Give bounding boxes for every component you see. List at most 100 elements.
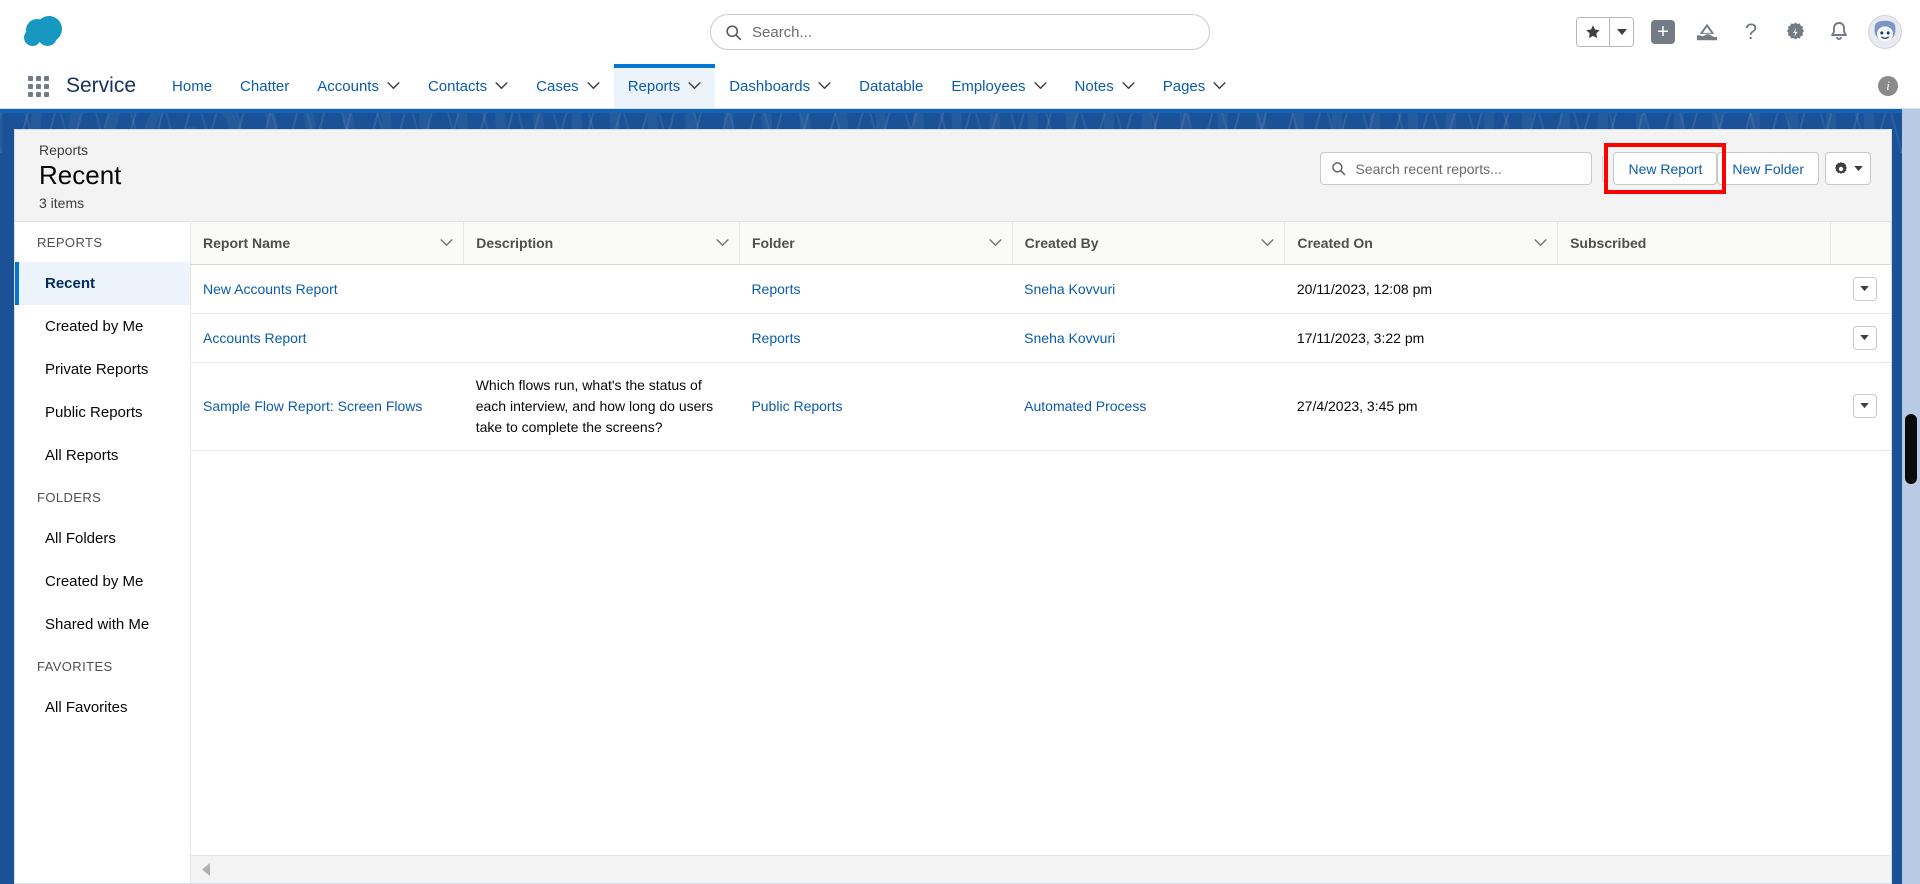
sidebar-item-created-by-me[interactable]: Created by Me <box>15 560 190 603</box>
folder-link[interactable]: Reports <box>751 281 800 297</box>
search-recent-reports-placeholder: Search recent reports... <box>1355 160 1502 177</box>
search-recent-reports-input[interactable]: Search recent reports... <box>1320 152 1593 185</box>
scroll-left-arrow-icon[interactable] <box>201 863 211 876</box>
nav-item-reports[interactable]: Reports <box>613 64 716 108</box>
nav-item-chatter[interactable]: Chatter <box>226 64 303 108</box>
add-plus-icon[interactable]: + <box>1648 17 1678 47</box>
page-scrollbar-thumb[interactable] <box>1905 414 1917 484</box>
column-header-label: Report Name <box>203 234 291 251</box>
page-banner: Reports Recent 3 items Search recent rep… <box>0 109 1920 884</box>
sidebar-item-all-favorites[interactable]: All Favorites <box>15 686 190 729</box>
chevron-down-icon[interactable] <box>1534 238 1547 247</box>
created-by-link-cell: Sneha Kovvuri <box>1012 313 1285 363</box>
help-question-icon[interactable]: ? <box>1736 17 1766 47</box>
row-actions-dropdown-icon[interactable] <box>1852 276 1877 301</box>
report-name-link[interactable]: Sample Flow Report: Screen Flows <box>203 398 422 414</box>
reports-list-card: Reports Recent 3 items Search recent rep… <box>14 129 1892 884</box>
list-view-controls-button[interactable] <box>1825 152 1871 185</box>
sidebar-item-created-by-me[interactable]: Created by Me <box>15 305 190 348</box>
search-icon <box>725 24 742 41</box>
chevron-down-icon[interactable] <box>587 82 600 90</box>
column-header-created-on[interactable]: Created On <box>1284 222 1559 265</box>
nav-item-notes[interactable]: Notes <box>1061 64 1149 108</box>
sidebar-item-private-reports[interactable]: Private Reports <box>15 348 190 391</box>
table-row[interactable]: Accounts Report Reports Sneha Kovvuri 17/11… <box>191 313 1891 363</box>
created-on: 20/11/2023, 12:08 pm <box>1296 280 1433 297</box>
info-icon[interactable]: i <box>1878 76 1898 96</box>
chevron-down-icon[interactable] <box>1213 82 1226 90</box>
row-actions-dropdown-icon[interactable] <box>1852 325 1877 350</box>
nav-item-pages[interactable]: Pages <box>1149 64 1241 108</box>
chevron-down-icon[interactable] <box>387 82 400 90</box>
new-folder-button[interactable]: New Folder <box>1717 152 1819 185</box>
sidebar-item-all-folders[interactable]: All Folders <box>15 517 190 560</box>
nav-item-cases[interactable]: Cases <box>522 64 614 108</box>
sidebar-group-title-folders: FOLDERS <box>37 490 102 505</box>
report-name-link-cell: New Accounts Report <box>191 264 464 314</box>
report-description: Which flows run, what's the status of ea… <box>475 376 714 435</box>
favorites-star-icon[interactable] <box>1577 18 1609 46</box>
report-name-link[interactable]: New Accounts Report <box>203 281 338 297</box>
new-report-button[interactable]: New Report <box>1613 152 1718 185</box>
chevron-down-icon[interactable] <box>818 82 831 90</box>
salesforce-cloud-logo[interactable] <box>22 16 66 48</box>
trailhead-icon[interactable] <box>1692 17 1722 47</box>
setup-gear-icon[interactable] <box>1780 17 1810 47</box>
chevron-down-icon[interactable] <box>495 82 508 90</box>
nav-item-accounts[interactable]: Accounts <box>303 64 414 108</box>
table-horizontal-scrollbar[interactable] <box>191 855 1891 883</box>
nav-item-contacts[interactable]: Contacts <box>414 64 522 108</box>
nav-item-dashboards[interactable]: Dashboards <box>715 64 845 108</box>
chevron-down-icon[interactable] <box>1261 238 1274 247</box>
search-icon <box>1331 161 1346 176</box>
global-search-input[interactable]: Search... <box>710 14 1210 50</box>
sidebar-item-all-reports[interactable]: All Reports <box>15 434 190 477</box>
card-body: REPORTS Recent Created by Me Private Report… <box>15 222 1891 883</box>
column-header-description[interactable]: Description <box>463 222 740 265</box>
nav-item-label: Home <box>172 77 213 95</box>
column-header-subscribed[interactable]: Subscribed <box>1557 222 1831 265</box>
column-header-report-name[interactable]: Report Name <box>191 222 465 265</box>
report-name-link[interactable]: Accounts Report <box>203 330 307 346</box>
user-avatar[interactable] <box>1868 15 1902 49</box>
chevron-down-icon[interactable] <box>1033 82 1047 90</box>
report-name-link-cell: Sample Flow Report: Screen Flows <box>191 362 464 451</box>
nav-item-label: Notes <box>1074 77 1114 95</box>
row-actions-dropdown-icon[interactable] <box>1852 394 1877 418</box>
global-search-wrapper: Search... <box>710 14 1210 50</box>
folder-link-cell: Reports <box>739 313 1013 363</box>
table-row[interactable]: Sample Flow Report: Screen Flows Which fl… <box>191 362 1891 451</box>
subscribed-cell <box>1557 362 1831 451</box>
svg-text:?: ? <box>1745 20 1757 44</box>
chevron-down-icon[interactable] <box>716 238 729 247</box>
table-scroll-region[interactable]: Report Name Description Folder Created By Cr… <box>191 222 1891 855</box>
folder-link-cell: Reports <box>739 264 1013 314</box>
chevron-down-icon[interactable] <box>440 238 453 247</box>
created-by-link[interactable]: Automated Process <box>1024 398 1146 414</box>
chevron-down-icon[interactable] <box>1122 82 1135 90</box>
notifications-bell-icon[interactable] <box>1824 17 1854 47</box>
global-header: Search... + ? <box>0 0 1920 64</box>
chevron-down-icon[interactable] <box>989 238 1002 247</box>
created-by-link[interactable]: Sneha Kovvuri <box>1024 330 1115 346</box>
app-launcher-icon[interactable] <box>18 64 58 108</box>
nav-item-label: Datatable <box>859 77 924 95</box>
column-header-created-by[interactable]: Created By <box>1012 222 1286 265</box>
nav-item-datatable[interactable]: Datatable <box>845 64 937 108</box>
column-header-folder[interactable]: Folder <box>739 222 1013 265</box>
sidebar-item-shared-with-me[interactable]: Shared with Me <box>15 603 190 646</box>
sidebar-item-recent[interactable]: Recent <box>15 262 190 305</box>
gear-icon <box>1833 161 1849 177</box>
favorites-caret-icon[interactable] <box>1609 18 1633 46</box>
folder-link[interactable]: Reports <box>751 330 800 346</box>
table-row[interactable]: New Accounts Report Reports Sneha Kovvuri 2… <box>191 264 1891 314</box>
created-by-link[interactable]: Sneha Kovvuri <box>1024 281 1115 297</box>
folder-link[interactable]: Public Reports <box>751 398 842 414</box>
created-on-cell: 20/11/2023, 12:08 pm <box>1284 264 1558 314</box>
nav-item-home[interactable]: Home <box>158 64 226 108</box>
page-vertical-scrollbar[interactable] <box>1902 109 1920 884</box>
sidebar-item-public-reports[interactable]: Public Reports <box>15 391 190 434</box>
sidebar-group-title-favorites: FAVORITES <box>37 659 113 674</box>
nav-item-employees[interactable]: Employees <box>937 64 1060 108</box>
chevron-down-icon[interactable] <box>688 82 701 90</box>
